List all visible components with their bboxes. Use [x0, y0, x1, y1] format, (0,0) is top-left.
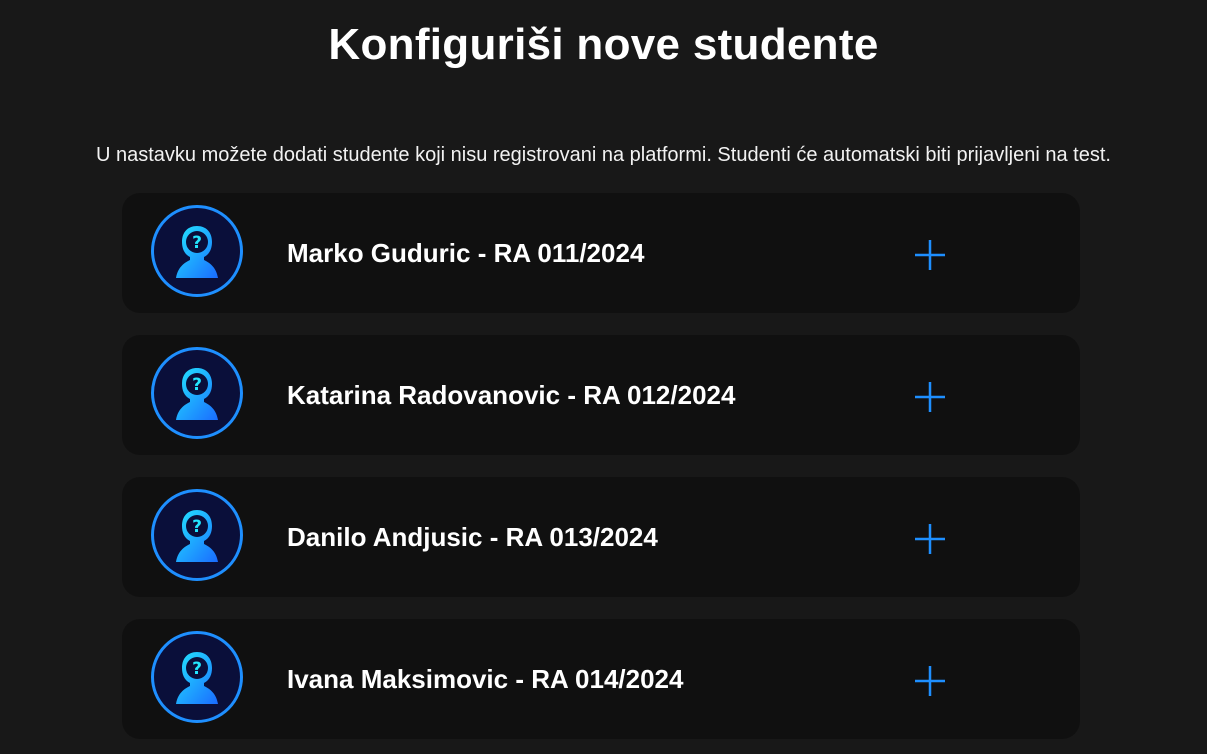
svg-text:?: ? [192, 233, 202, 253]
unknown-user-icon: ? [176, 368, 218, 420]
student-name: Marko Guduric - RA 011/2024 [287, 238, 645, 268]
student-avatar: ? [151, 631, 243, 723]
svg-text:?: ? [192, 375, 202, 395]
student-list: ? Marko Guduric - RA 011/2024 ? Katarina… [122, 193, 1080, 754]
student-name: Ivana Maksimovic - RA 014/2024 [287, 664, 684, 694]
student-avatar: ? [151, 489, 243, 581]
plus-icon [915, 524, 945, 554]
svg-text:?: ? [192, 659, 202, 679]
svg-text:?: ? [192, 517, 202, 537]
add-student-button[interactable] [908, 375, 952, 419]
plus-icon [915, 666, 945, 696]
plus-icon [915, 240, 945, 270]
add-student-button[interactable] [908, 517, 952, 561]
page-description: U nastavku možete dodati studente koji n… [96, 144, 1111, 166]
add-student-button[interactable] [908, 659, 952, 703]
student-card: ? Danilo Andjusic - RA 013/2024 [122, 477, 1080, 597]
student-name: Danilo Andjusic - RA 013/2024 [287, 522, 658, 552]
student-name: Katarina Radovanovic - RA 012/2024 [287, 380, 736, 410]
student-card: ? Katarina Radovanovic - RA 012/2024 [122, 335, 1080, 455]
plus-icon [915, 382, 945, 412]
unknown-user-icon: ? [176, 652, 218, 704]
unknown-user-icon: ? [176, 226, 218, 278]
add-student-button[interactable] [908, 233, 952, 277]
student-card: ? Ivana Maksimovic - RA 014/2024 [122, 619, 1080, 739]
unknown-user-icon: ? [176, 510, 218, 562]
student-avatar: ? [151, 347, 243, 439]
student-card: ? Marko Guduric - RA 011/2024 [122, 193, 1080, 313]
page-title: Konfiguriši nove studente [328, 20, 879, 69]
student-avatar: ? [151, 205, 243, 297]
